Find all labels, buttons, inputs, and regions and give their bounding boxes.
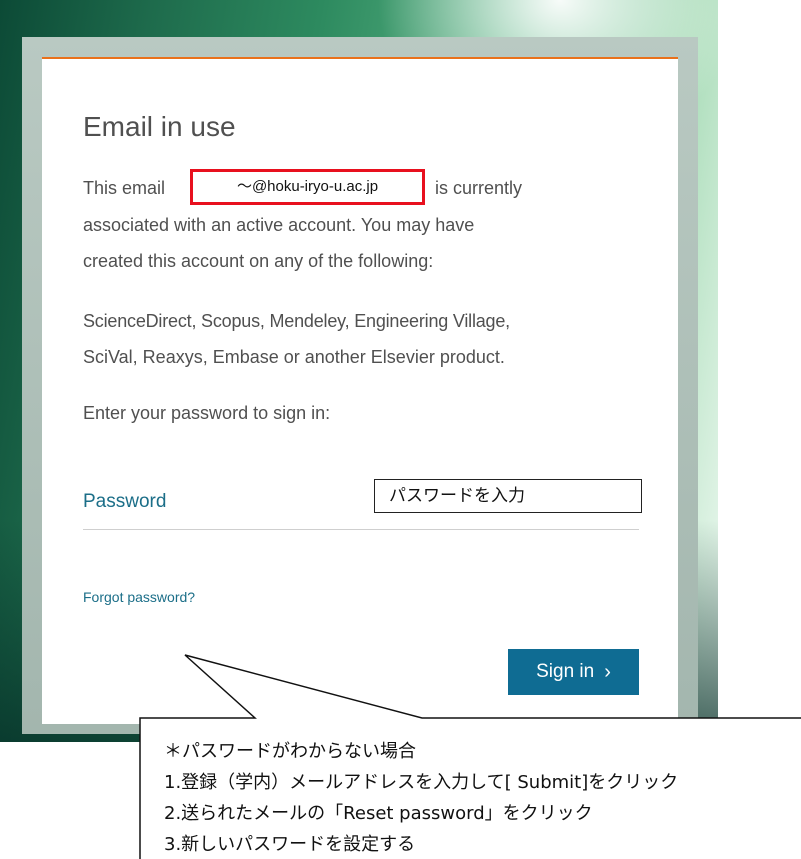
callout-text-line: 1.登録（学内）メールアドレスを入力して[ Submit]をクリック	[164, 772, 679, 793]
callout-pointer	[139, 654, 801, 859]
callout-text-line: 2.送られたメールの「Reset password」をクリック	[164, 803, 593, 824]
callout-text-line: ＊パスワードがわからない場合	[164, 741, 416, 762]
callout-text-line: 3.新しいパスワードを設定する	[164, 834, 416, 855]
